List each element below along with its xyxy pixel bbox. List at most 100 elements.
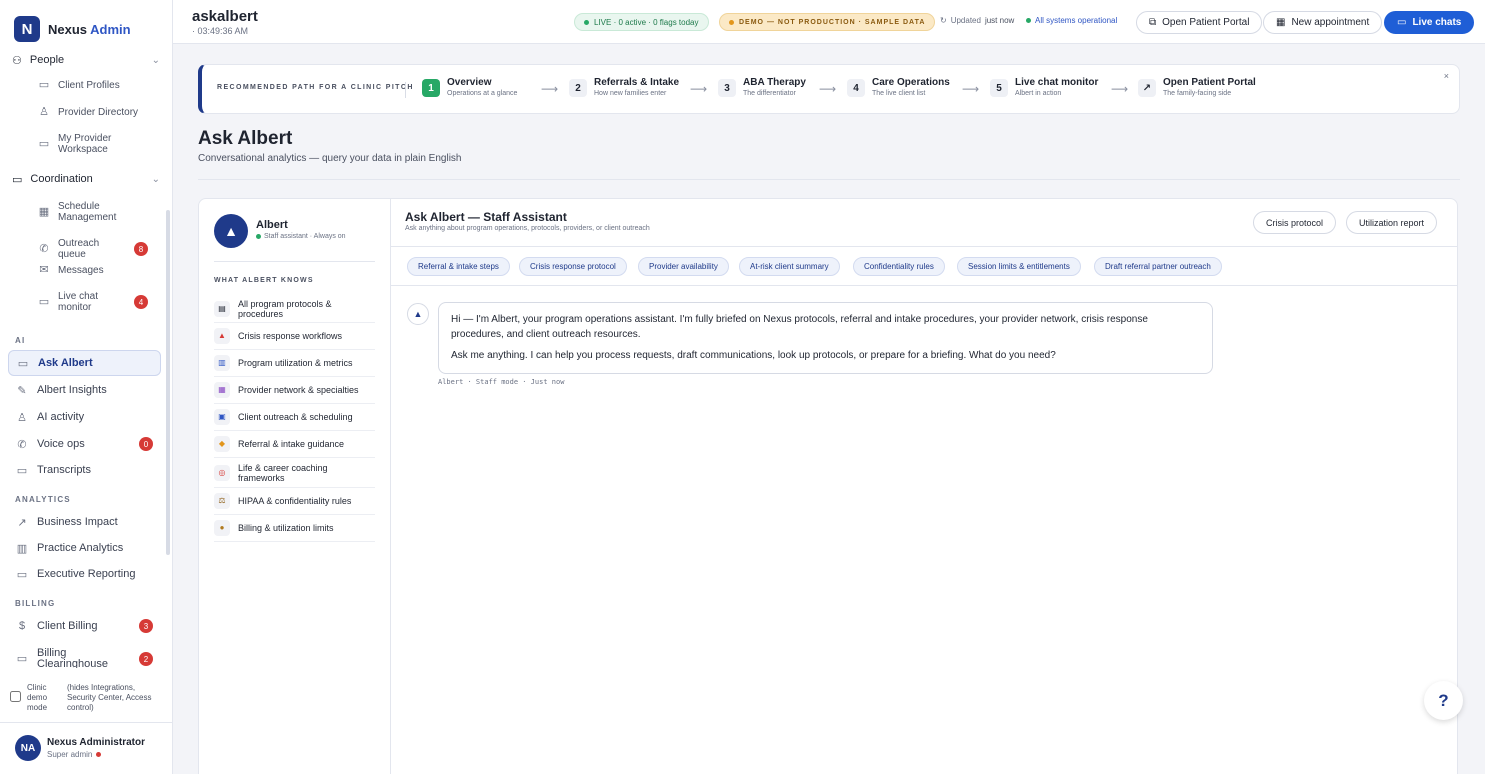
sidebar-item-client-billing[interactable]: $ Client Billing 3 bbox=[8, 613, 161, 639]
alert-icon: ▲ bbox=[214, 328, 230, 344]
open-patient-portal-button[interactable]: ⧉ Open Patient Portal bbox=[1136, 11, 1263, 34]
monitor-icon: ▭ bbox=[38, 137, 50, 150]
sidebar-item-billing-clearinghouse[interactable]: ▭ Billing Clearinghouse 2 bbox=[8, 644, 161, 668]
user-card[interactable]: NA Nexus Administrator Super admin bbox=[0, 722, 173, 774]
chevron-down-icon: ⌄ bbox=[151, 54, 160, 66]
knowledge-item: ▲ Crisis response workflows bbox=[214, 323, 375, 350]
calendar-icon: ▣ bbox=[214, 409, 230, 425]
external-link-icon: ⧉ bbox=[1149, 17, 1157, 28]
sidebar-item-client-profiles[interactable]: ▭ Client Profiles bbox=[38, 79, 148, 92]
trend-icon: ↗ bbox=[17, 516, 27, 529]
path-step-care-operations[interactable]: 4 Care Operations The live client list bbox=[847, 77, 950, 99]
bar-chart-icon: ▥ bbox=[16, 542, 28, 555]
path-step-patient-portal[interactable]: ↗ Open Patient Portal The family-facing s… bbox=[1138, 77, 1256, 99]
suggestion-chip[interactable]: Provider availability bbox=[638, 257, 729, 276]
scales-icon: ⚖ bbox=[214, 493, 230, 509]
knowledge-item: ⚖ HIPAA & confidentiality rules bbox=[214, 488, 375, 515]
suggestion-chip[interactable]: Session limits & entitlements bbox=[957, 257, 1081, 276]
demo-banner-pill: DEMO — NOT PRODUCTION · SAMPLE DATA bbox=[719, 13, 936, 31]
knowledge-item: ▣ Client outreach & scheduling bbox=[214, 404, 375, 431]
path-step-live-chat[interactable]: 5 Live chat monitor Albert in action bbox=[990, 77, 1098, 99]
suggestion-chip[interactable]: Referral & intake steps bbox=[407, 257, 510, 276]
message-paragraph: Hi — I'm Albert, your program operations… bbox=[451, 314, 1148, 340]
sidebar-item-executive-reporting[interactable]: ▭ Executive Reporting bbox=[8, 561, 161, 587]
phone-icon: ✆ bbox=[17, 438, 27, 451]
albert-logo-icon: ▲ bbox=[214, 214, 248, 248]
app-name-accent: Admin bbox=[90, 21, 131, 37]
suggestion-chip[interactable]: At-risk client summary bbox=[739, 257, 840, 276]
demo-dot-icon bbox=[729, 19, 734, 25]
path-step-referrals[interactable]: 2 Referrals & Intake How new families ent… bbox=[569, 77, 679, 99]
knowledge-item: ▤ All program protocols & procedures bbox=[214, 295, 375, 323]
arrow-right-icon: ⟶ bbox=[962, 82, 980, 96]
pen-icon: ✎ bbox=[17, 384, 27, 397]
target-icon: ◎ bbox=[214, 464, 230, 481]
suggestion-chip[interactable]: Confidentiality rules bbox=[853, 257, 945, 276]
sidebar-item-ai-activity[interactable]: ♙ AI activity bbox=[8, 404, 161, 430]
document-icon: ▭ bbox=[38, 79, 50, 91]
nav-group-coordination[interactable]: ▭ Coordination ⌄ bbox=[12, 167, 160, 191]
live-chats-button[interactable]: ▭ Live chats bbox=[1384, 11, 1475, 34]
chat-icon: ▭ bbox=[1397, 17, 1407, 28]
avatar: NA bbox=[15, 735, 41, 761]
knowledge-item: ▥ Program utilization & metrics bbox=[214, 350, 375, 377]
crisis-protocol-button[interactable]: Crisis protocol bbox=[1253, 211, 1337, 234]
sidebar-item-provider-directory[interactable]: ♙ Provider Directory bbox=[38, 107, 148, 119]
nav-group-people[interactable]: ⚇ People ⌄ bbox=[12, 48, 160, 72]
arrow-right-icon: ⟶ bbox=[541, 82, 559, 96]
sidebar-item-messages[interactable]: ✉ Messages bbox=[38, 265, 148, 277]
arrow-right-icon: ⟶ bbox=[819, 82, 837, 96]
suggestion-chip[interactable]: Draft referral partner outreach bbox=[1094, 257, 1222, 276]
sidebar-item-business-impact[interactable]: ↗ Business Impact bbox=[8, 509, 161, 535]
count-badge: 2 bbox=[139, 652, 153, 666]
utilization-report-button[interactable]: Utilization report bbox=[1346, 211, 1438, 234]
sidebar-item-transcripts[interactable]: ▭ Transcripts bbox=[8, 457, 161, 483]
status-dot-icon bbox=[1026, 18, 1031, 23]
help-button[interactable]: ? bbox=[1424, 681, 1463, 720]
path-step-overview[interactable]: 1 Overview Operations at a glance bbox=[422, 77, 517, 99]
app-logo[interactable]: N Nexus Admin bbox=[14, 16, 131, 42]
recommended-path: RECOMMENDED PATH FOR A CLINIC PITCH 1 Ov… bbox=[198, 64, 1460, 114]
demo-mode-checkbox[interactable] bbox=[10, 691, 21, 702]
close-icon[interactable]: × bbox=[1444, 71, 1449, 81]
page-subtitle: Conversational analytics — query your da… bbox=[198, 153, 462, 164]
knowledge-item: ◎ Life & career coaching frameworks bbox=[214, 458, 375, 488]
path-step-aba-therapy[interactable]: 3 ABA Therapy The differentiator bbox=[718, 77, 806, 99]
knowledge-label: WHAT ALBERT KNOWS bbox=[214, 277, 314, 284]
count-badge: 4 bbox=[134, 295, 148, 309]
online-dot-icon bbox=[256, 234, 261, 239]
albert-logo-icon: ▲ bbox=[407, 303, 429, 325]
count-badge: 3 bbox=[139, 619, 153, 633]
money-bag-icon: ● bbox=[214, 520, 230, 536]
chat-icon: ▭ bbox=[17, 357, 29, 370]
message-meta: Albert · Staff mode · Just now bbox=[438, 378, 565, 386]
chat-subtitle: Ask anything about program operations, p… bbox=[405, 225, 650, 232]
section-label-analytics: ANALYTICS bbox=[15, 495, 71, 504]
new-appointment-button[interactable]: ▦ New appointment bbox=[1263, 11, 1383, 34]
count-badge: 8 bbox=[134, 242, 148, 256]
sidebar-item-albert-insights[interactable]: ✎ Albert Insights bbox=[8, 377, 161, 403]
sidebar-item-live-chat-monitor[interactable]: ▭ Live chat monitor 4 bbox=[38, 291, 148, 313]
path-label: RECOMMENDED PATH FOR A CLINIC PITCH bbox=[217, 84, 414, 91]
count-badge: 0 bbox=[139, 437, 153, 451]
sidebar-item-practice-analytics[interactable]: ▥ Practice Analytics bbox=[8, 535, 161, 561]
sidebar-item-schedule[interactable]: ▦ Schedule Management bbox=[38, 201, 148, 223]
user-role: Super admin bbox=[47, 750, 93, 759]
arrow-right-icon: ⟶ bbox=[1111, 82, 1129, 96]
suggestion-chip[interactable]: Crisis response protocol bbox=[519, 257, 627, 276]
nav-group-label: Coordination bbox=[30, 173, 93, 185]
sidebar-item-provider-workspace[interactable]: ▭ My Provider Workspace bbox=[38, 133, 148, 155]
document-icon: ▭ bbox=[16, 464, 28, 477]
status-dot-icon bbox=[96, 752, 102, 757]
sidebar-item-outreach-queue[interactable]: ✆ Outreach queue 8 bbox=[38, 238, 148, 260]
top-bar: askalbert · 03:49:36 AM LIVE · 0 active … bbox=[173, 0, 1485, 44]
sidebar-nav: ⚇ People ⌄ ▭ Client Profiles ♙ Provider … bbox=[0, 48, 173, 668]
sidebar-scrollbar[interactable] bbox=[166, 210, 170, 555]
people-icon: ⚇ bbox=[12, 54, 22, 67]
systems-status[interactable]: All systems operational bbox=[1026, 16, 1117, 25]
assistant-name: Albert bbox=[256, 219, 288, 231]
sidebar-item-ask-albert[interactable]: ▭ Ask Albert bbox=[8, 350, 161, 376]
sidebar-item-voice-ops[interactable]: ✆ Voice ops 0 bbox=[8, 431, 161, 457]
demo-mode-note: (hides Integrations, Security Center, Ac… bbox=[67, 683, 152, 712]
nav-group-label: People bbox=[29, 54, 65, 66]
